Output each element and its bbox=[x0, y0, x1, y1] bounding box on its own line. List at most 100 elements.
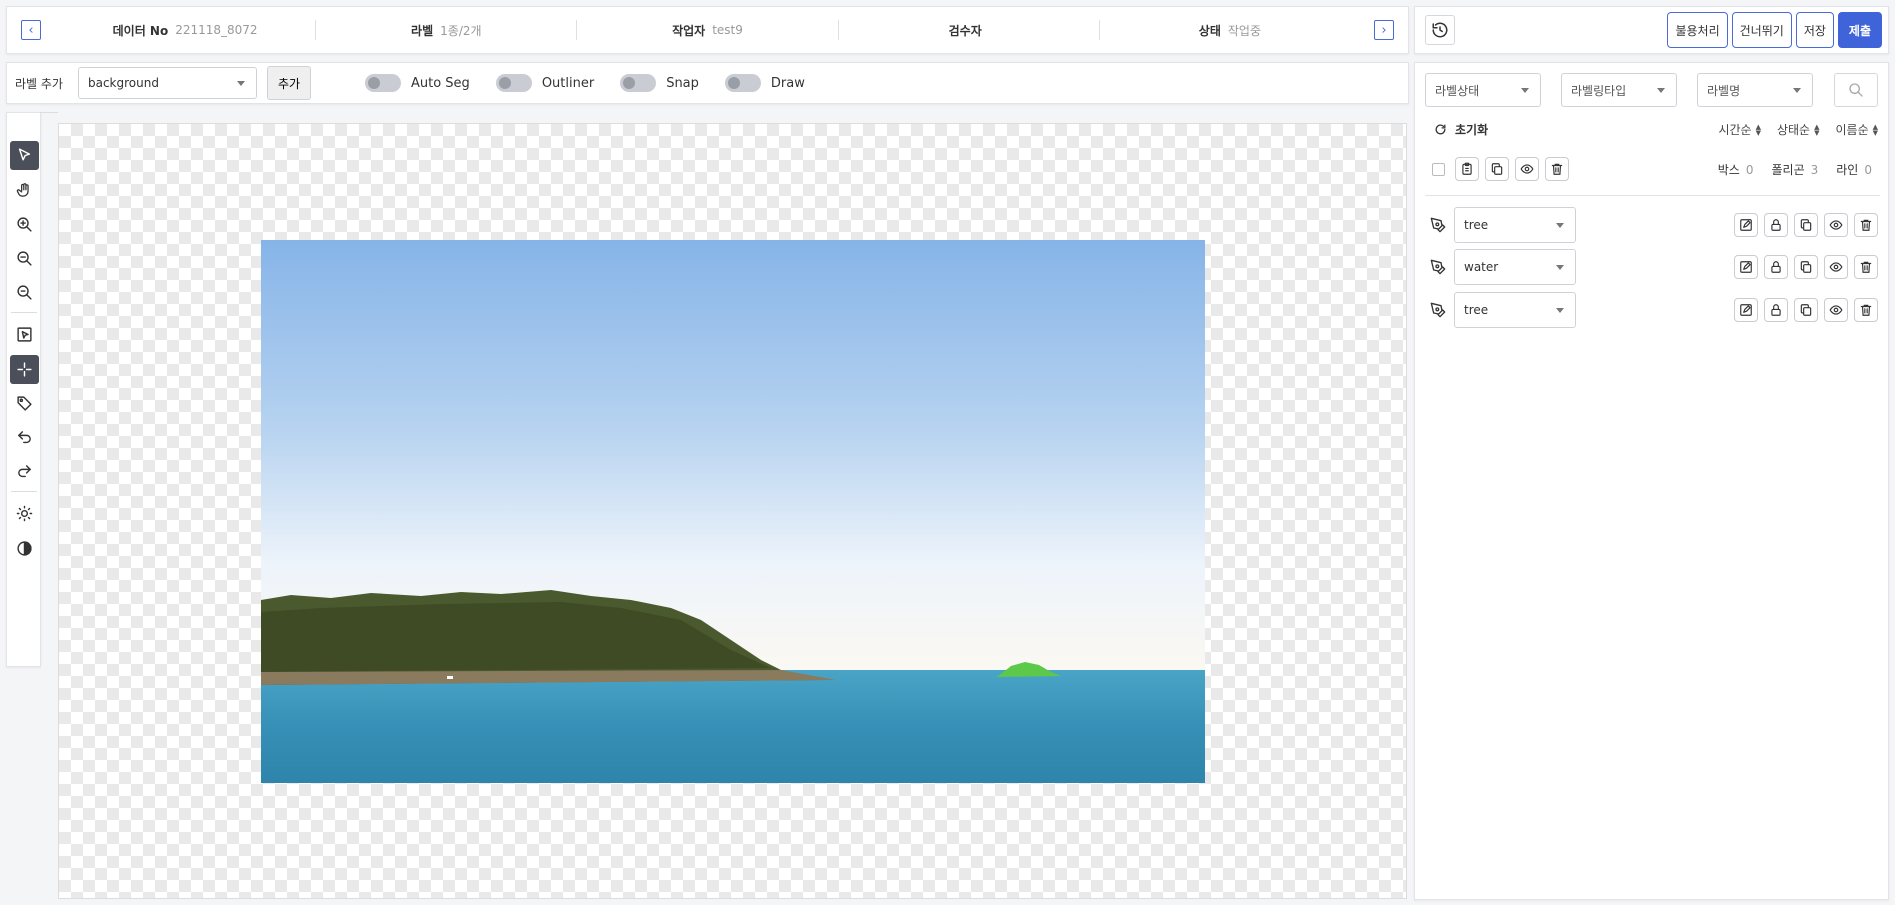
zoom-in-tool[interactable] bbox=[10, 210, 39, 239]
box-count: 박스 0 bbox=[1717, 162, 1754, 177]
snap-switch[interactable] bbox=[620, 74, 657, 92]
tool-palette bbox=[6, 112, 41, 667]
data-info-bar: ‹ 데이터 No 221118_8072 라벨 1종/2개 작업자 test9 … bbox=[6, 6, 1409, 54]
delete-button[interactable] bbox=[1854, 298, 1878, 322]
eye-icon bbox=[1829, 305, 1843, 315]
bulk-visibility-button[interactable] bbox=[1515, 157, 1539, 181]
tag-icon bbox=[17, 396, 32, 411]
refresh-icon bbox=[1435, 124, 1446, 135]
bulk-paste-button[interactable] bbox=[1455, 157, 1479, 181]
item-label-value: tree bbox=[1464, 303, 1489, 317]
outliner-label: Outliner bbox=[541, 75, 595, 91]
label-name-filter[interactable]: 라벨명 bbox=[1697, 73, 1813, 107]
hand-icon bbox=[16, 183, 29, 197]
contrast-tool[interactable] bbox=[10, 534, 39, 563]
next-data-button[interactable]: › bbox=[1374, 20, 1394, 40]
lock-button[interactable] bbox=[1764, 255, 1788, 279]
trash-icon bbox=[1860, 219, 1872, 231]
crosshair-tool[interactable] bbox=[10, 355, 39, 384]
pointer-tool[interactable] bbox=[10, 141, 39, 170]
redo-tool[interactable] bbox=[10, 457, 39, 486]
copy-button[interactable] bbox=[1794, 213, 1818, 237]
tag-tool[interactable] bbox=[10, 389, 39, 418]
action-bar: 불용처리 건너뛰기 저장 제출 bbox=[1414, 6, 1889, 54]
labeling-type-filter[interactable]: 라벨링타입 bbox=[1561, 73, 1677, 107]
reject-button[interactable]: 불용처리 bbox=[1667, 12, 1728, 48]
toggle-auto-seg[interactable]: Auto Seg bbox=[364, 74, 470, 92]
prev-data-button[interactable]: ‹ bbox=[21, 20, 41, 40]
info-status: 상태 작업중 bbox=[1098, 20, 1360, 40]
bulk-delete-button[interactable] bbox=[1545, 157, 1569, 181]
photo-image bbox=[261, 240, 1205, 783]
visibility-button[interactable] bbox=[1824, 213, 1848, 237]
delete-button[interactable] bbox=[1854, 255, 1878, 279]
labeling-type-filter-value: 라벨링타입 bbox=[1571, 83, 1627, 98]
snap-label: Snap bbox=[666, 75, 699, 91]
toggle-outliner[interactable]: Outliner bbox=[495, 74, 595, 92]
list-item[interactable]: tree bbox=[1430, 207, 1878, 243]
search-icon bbox=[1849, 83, 1863, 97]
visibility-button[interactable] bbox=[1824, 298, 1848, 322]
sort-by-time[interactable]: 시간순 ▲ ▼ bbox=[1718, 121, 1761, 138]
delete-button[interactable] bbox=[1854, 213, 1878, 237]
label-list-panel: 라벨상태 라벨링타입 라벨명 초기화 시간순 ▲ ▼ 상태순 ▲ ▼ 이름순 ▲… bbox=[1414, 62, 1889, 900]
toggle-snap[interactable]: Snap bbox=[620, 74, 699, 92]
copy-icon bbox=[1800, 304, 1812, 316]
item-label-select[interactable]: water bbox=[1454, 249, 1576, 285]
zoom-out-tool[interactable] bbox=[10, 244, 39, 273]
polygon-count: 폴리곤 3 bbox=[1771, 162, 1819, 177]
annotation-canvas[interactable] bbox=[58, 123, 1407, 899]
submit-button[interactable]: 제출 bbox=[1837, 12, 1882, 48]
lock-button[interactable] bbox=[1764, 298, 1788, 322]
edit-button[interactable] bbox=[1734, 213, 1758, 237]
edit-button[interactable] bbox=[1734, 298, 1758, 322]
item-label-select[interactable]: tree bbox=[1454, 207, 1576, 243]
add-label-title: 라벨 추가 bbox=[15, 76, 63, 91]
undo-tool[interactable] bbox=[10, 423, 39, 452]
lock-icon bbox=[1771, 219, 1781, 231]
save-button[interactable]: 저장 bbox=[1795, 12, 1834, 48]
copy-icon bbox=[1800, 219, 1812, 231]
toggle-draw[interactable]: Draw bbox=[724, 74, 805, 92]
auto-seg-switch[interactable] bbox=[364, 74, 401, 92]
copy-button[interactable] bbox=[1794, 298, 1818, 322]
skip-button[interactable]: 건너뛰기 bbox=[1731, 12, 1792, 48]
history-icon bbox=[1432, 22, 1448, 38]
copy-icon bbox=[1800, 261, 1812, 273]
item-label-select[interactable]: tree bbox=[1454, 292, 1576, 328]
sort-by-name[interactable]: 이름순 ▲ ▼ bbox=[1835, 121, 1878, 138]
reset-button[interactable]: 초기화 bbox=[1434, 121, 1488, 138]
search-button[interactable] bbox=[1834, 73, 1878, 107]
undo-icon bbox=[18, 431, 31, 444]
visibility-button[interactable] bbox=[1824, 255, 1848, 279]
sort-by-status[interactable]: 상태순 ▲ ▼ bbox=[1777, 121, 1820, 138]
copy-button[interactable] bbox=[1794, 255, 1818, 279]
pen-tool-icon bbox=[1430, 302, 1446, 318]
bulk-copy-button[interactable] bbox=[1485, 157, 1509, 181]
lock-button[interactable] bbox=[1764, 213, 1788, 237]
edit-button[interactable] bbox=[1734, 255, 1758, 279]
select-all-checkbox[interactable] bbox=[1432, 162, 1445, 176]
eye-icon bbox=[1520, 164, 1534, 174]
select-box-tool[interactable] bbox=[10, 320, 39, 349]
zoom-in-icon bbox=[17, 217, 32, 232]
list-item[interactable]: tree bbox=[1430, 292, 1878, 328]
draw-switch[interactable] bbox=[724, 74, 761, 92]
eye-icon bbox=[1829, 262, 1843, 272]
info-data-no: 데이터 No 221118_8072 bbox=[112, 23, 258, 38]
label-class-select[interactable]: background bbox=[77, 67, 257, 99]
history-button[interactable] bbox=[1425, 15, 1455, 45]
auto-seg-label: Auto Seg bbox=[410, 75, 470, 91]
brightness-tool[interactable] bbox=[10, 499, 39, 528]
info-fields: 데이터 No 221118_8072 라벨 1종/2개 작업자 test9 검수… bbox=[55, 7, 1360, 53]
hand-tool[interactable] bbox=[10, 176, 39, 205]
contrast-icon bbox=[17, 541, 32, 556]
add-label-button[interactable]: 추가 bbox=[266, 66, 311, 100]
list-item[interactable]: water bbox=[1430, 249, 1878, 285]
edit-icon bbox=[1740, 261, 1752, 273]
item-label-value: tree bbox=[1464, 218, 1489, 232]
label-status-filter[interactable]: 라벨상태 bbox=[1425, 73, 1541, 107]
label-status-filter-value: 라벨상태 bbox=[1435, 83, 1480, 98]
outliner-switch[interactable] bbox=[495, 74, 532, 92]
zoom-reset-tool[interactable] bbox=[10, 278, 39, 307]
